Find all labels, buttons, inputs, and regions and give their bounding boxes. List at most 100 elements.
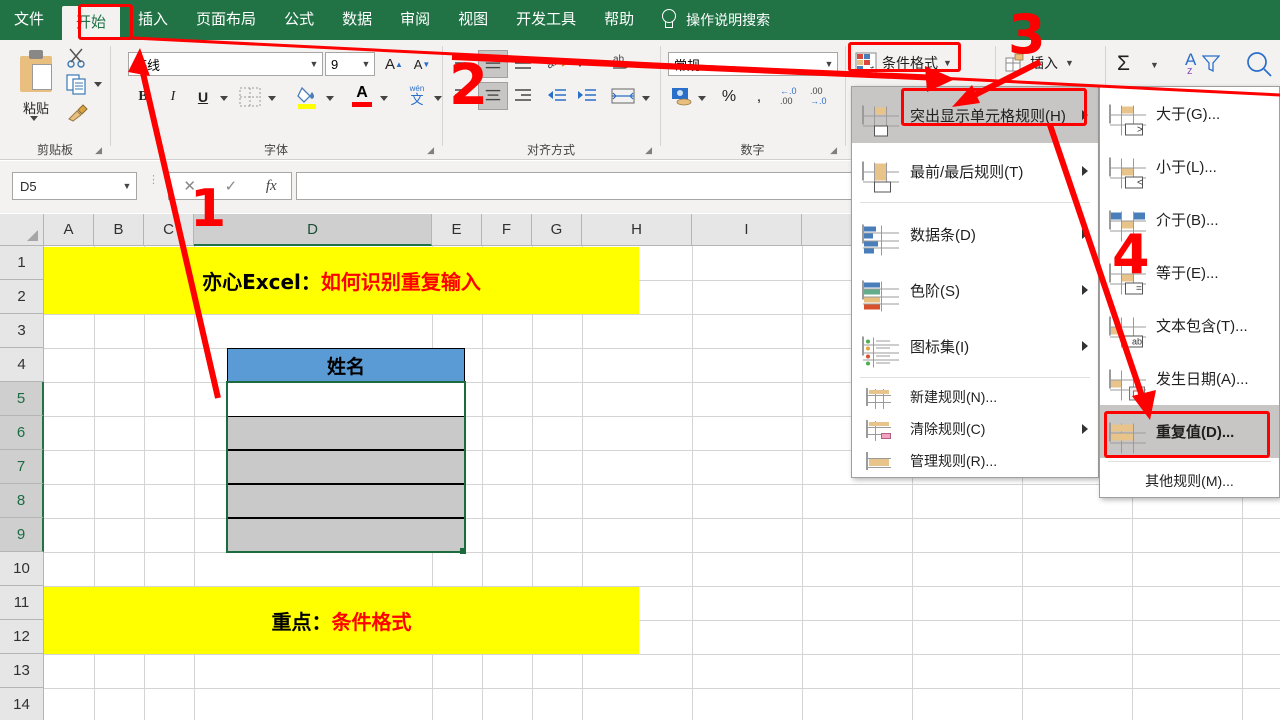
menu-item-new-rule[interactable]: 新建规则(N)... bbox=[852, 381, 1098, 413]
shrink-font-button[interactable]: A ▼ bbox=[410, 52, 434, 76]
italic-button[interactable]: I bbox=[160, 84, 186, 110]
increase-indent-icon[interactable] bbox=[576, 86, 598, 106]
bold-button[interactable]: B bbox=[130, 84, 156, 110]
menu-item-highlight-cell-rules[interactable]: 突出显示单元格规则(H) bbox=[852, 87, 1098, 143]
merge-center-caret[interactable] bbox=[642, 96, 650, 101]
row-header-3[interactable]: 3 bbox=[0, 314, 44, 348]
align-bottom-icon[interactable] bbox=[512, 54, 534, 74]
row-header-13[interactable]: 13 bbox=[0, 654, 44, 688]
conditional-formatting-caret[interactable]: ▼ bbox=[943, 58, 952, 68]
column-header-c[interactable]: C bbox=[144, 214, 194, 246]
row-header-9[interactable]: 9 bbox=[0, 518, 44, 552]
number-format-caret[interactable]: ▼ bbox=[821, 59, 837, 69]
row-header-12[interactable]: 12 bbox=[0, 620, 44, 654]
alignment-dialog-launcher[interactable]: ◢ bbox=[645, 145, 652, 156]
cut-icon[interactable] bbox=[66, 48, 88, 68]
column-header-e[interactable]: E bbox=[432, 214, 482, 246]
accounting-format-caret[interactable] bbox=[698, 96, 706, 101]
tab-review[interactable]: 审阅 bbox=[386, 0, 444, 40]
row-header-7[interactable]: 7 bbox=[0, 450, 44, 484]
submenu-item-text-contains[interactable]: ab 文本包含(T)... bbox=[1100, 299, 1279, 352]
row-header-8[interactable]: 8 bbox=[0, 484, 44, 518]
autosum-caret[interactable]: ▼ bbox=[1150, 60, 1159, 70]
text-orientation-caret[interactable] bbox=[576, 62, 584, 67]
column-header-d[interactable]: D bbox=[194, 214, 432, 246]
menu-item-top-bottom-rules[interactable]: 最前/最后规则(T) bbox=[852, 143, 1098, 199]
tab-home[interactable]: 开始 bbox=[62, 6, 121, 40]
name-box[interactable]: D5 ▼ bbox=[12, 172, 137, 200]
table-header-cell[interactable]: 姓名 bbox=[227, 348, 465, 382]
borders-dropdown-caret[interactable] bbox=[268, 96, 276, 101]
column-header-a[interactable]: A bbox=[44, 214, 94, 246]
paste-icon[interactable] bbox=[16, 48, 60, 100]
sort-filter-button[interactable]: A z bbox=[1185, 50, 1225, 80]
text-orientation-icon[interactable]: ab bbox=[546, 52, 570, 74]
column-header-h[interactable]: H bbox=[582, 214, 692, 246]
title-banner-cell[interactable]: 亦心Excel： 如何识别重复输入 bbox=[44, 247, 639, 314]
accounting-format-icon[interactable] bbox=[670, 86, 694, 108]
column-header-i[interactable]: I bbox=[692, 214, 802, 246]
conditional-formatting-button[interactable]: ≠ 条件格式 ▼ bbox=[855, 50, 952, 76]
increase-decimal-icon[interactable]: ←.0.00 bbox=[780, 86, 806, 108]
row-header-4[interactable]: 4 bbox=[0, 348, 44, 382]
phonetic-guide-icon[interactable]: wén 文 bbox=[404, 84, 430, 110]
tab-help[interactable]: 帮助 bbox=[590, 0, 648, 40]
menu-item-clear-rules[interactable]: 清除规则(C) bbox=[852, 413, 1098, 445]
enter-formula-button[interactable]: ✓ bbox=[225, 177, 238, 195]
tab-data[interactable]: 数据 bbox=[328, 0, 386, 40]
underline-dropdown-caret[interactable] bbox=[220, 96, 228, 101]
column-header-b[interactable]: B bbox=[94, 214, 144, 246]
copy-icon[interactable] bbox=[66, 74, 88, 96]
decrease-indent-icon[interactable] bbox=[546, 86, 568, 106]
submenu-item-less-than[interactable]: < 小于(L)... bbox=[1100, 140, 1279, 193]
phonetic-dropdown-caret[interactable] bbox=[434, 96, 442, 101]
submenu-item-date-occurring[interactable]: 发生日期(A)... bbox=[1100, 352, 1279, 405]
borders-icon[interactable] bbox=[238, 86, 262, 108]
submenu-item-greater-than[interactable]: > 大于(G)... bbox=[1100, 87, 1279, 140]
tab-formulas[interactable]: 公式 bbox=[270, 0, 328, 40]
underline-button[interactable]: U bbox=[190, 84, 216, 110]
cell-d5[interactable] bbox=[227, 382, 465, 416]
row-header-14[interactable]: 14 bbox=[0, 688, 44, 720]
autosum-button[interactable]: Σ bbox=[1117, 52, 1130, 76]
tab-page-layout[interactable]: 页面布局 bbox=[182, 0, 270, 40]
clipboard-dialog-launcher[interactable]: ◢ bbox=[95, 145, 102, 156]
find-select-icon[interactable] bbox=[1245, 50, 1273, 78]
row-header-2[interactable]: 2 bbox=[0, 280, 44, 314]
selection-fill-handle[interactable] bbox=[460, 548, 466, 554]
fill-color-icon[interactable] bbox=[296, 84, 320, 110]
font-size-input[interactable]: 9 ▼ bbox=[325, 52, 375, 76]
row-header-11[interactable]: 11 bbox=[0, 586, 44, 620]
insert-caret[interactable]: ▼ bbox=[1065, 58, 1074, 68]
insert-function-button[interactable]: fx bbox=[266, 178, 277, 195]
cell-d7[interactable] bbox=[227, 450, 465, 484]
number-dialog-launcher[interactable]: ◢ bbox=[830, 145, 837, 156]
row-header-10[interactable]: 10 bbox=[0, 552, 44, 586]
menu-item-data-bars[interactable]: 数据条(D) bbox=[852, 206, 1098, 262]
comma-style-button[interactable]: , bbox=[746, 84, 772, 110]
cell-d9[interactable] bbox=[227, 518, 465, 552]
column-header-g[interactable]: G bbox=[532, 214, 582, 246]
paste-dropdown-caret[interactable] bbox=[30, 116, 38, 121]
submenu-item-more-rules[interactable]: 其他规则(M)... bbox=[1100, 465, 1279, 497]
tab-view[interactable]: 视图 bbox=[444, 0, 502, 40]
cell-d8[interactable] bbox=[227, 484, 465, 518]
menu-item-icon-sets[interactable]: 图标集(I) bbox=[852, 318, 1098, 374]
font-size-caret[interactable]: ▼ bbox=[358, 59, 374, 69]
column-header-f[interactable]: F bbox=[482, 214, 532, 246]
font-dialog-launcher[interactable]: ◢ bbox=[427, 145, 434, 156]
font-name-caret[interactable]: ▼ bbox=[306, 59, 322, 69]
font-name-input[interactable]: 等线 ▼ bbox=[128, 52, 323, 76]
tell-me-search[interactable]: 操作说明搜索 bbox=[660, 9, 770, 31]
tab-insert[interactable]: 插入 bbox=[124, 0, 182, 40]
number-format-select[interactable]: 常规 ▼ bbox=[668, 52, 838, 76]
merge-center-icon[interactable] bbox=[610, 86, 636, 108]
menu-item-manage-rules[interactable]: 管理规则(R)... bbox=[852, 445, 1098, 477]
cell-d6[interactable] bbox=[227, 416, 465, 450]
copy-dropdown-caret[interactable] bbox=[94, 82, 102, 87]
align-right-icon[interactable] bbox=[512, 86, 534, 106]
row-header-1[interactable]: 1 bbox=[0, 246, 44, 280]
row-header-6[interactable]: 6 bbox=[0, 416, 44, 450]
fill-color-dropdown-caret[interactable] bbox=[326, 96, 334, 101]
format-painter-icon[interactable] bbox=[66, 102, 90, 122]
